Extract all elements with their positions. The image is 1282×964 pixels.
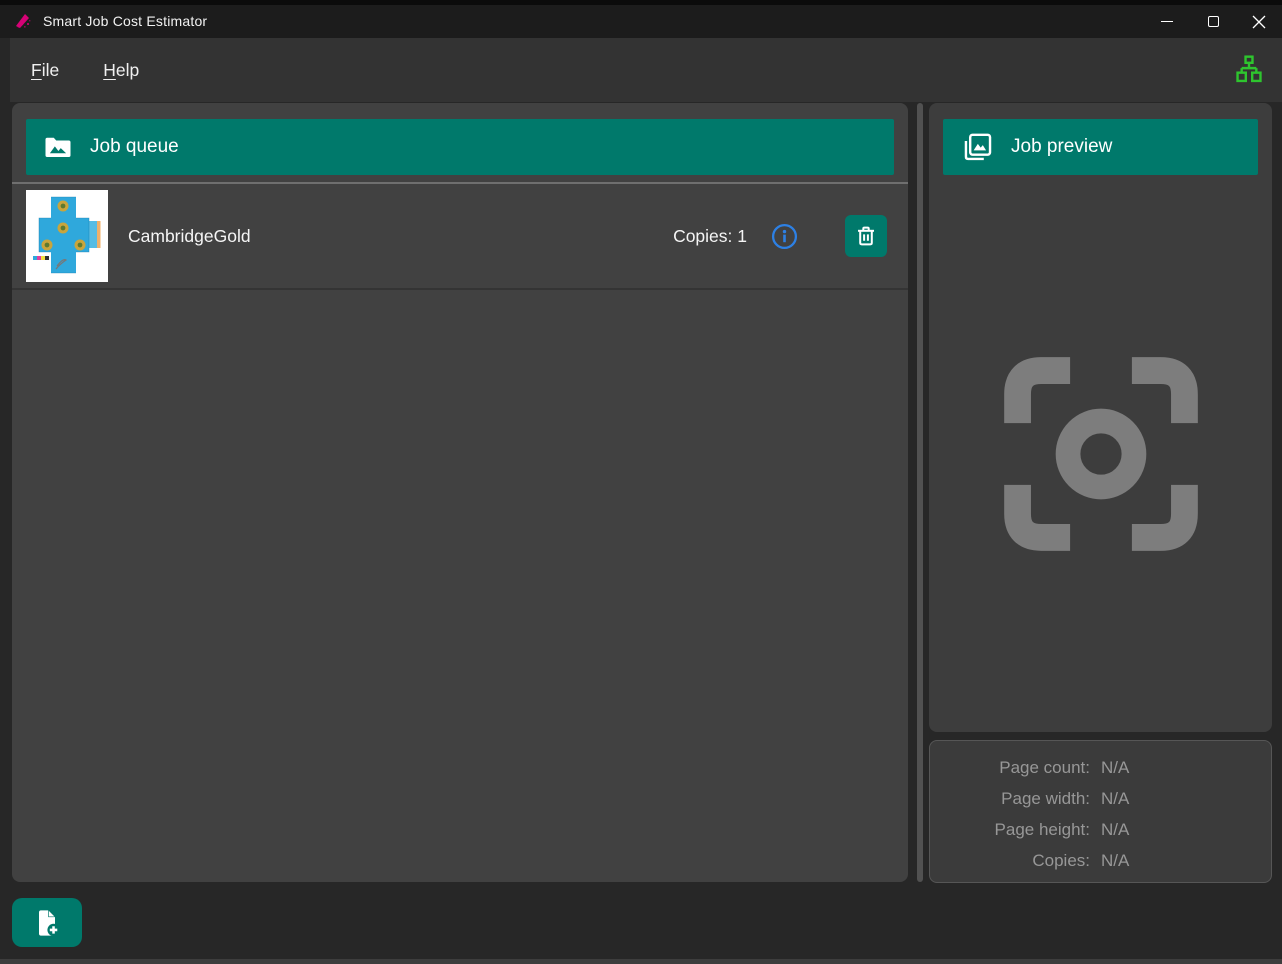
window-title: Smart Job Cost Estimator: [43, 13, 207, 29]
page-width-label: Page width:: [930, 783, 1090, 814]
minimize-button[interactable]: [1144, 5, 1190, 38]
row-divider: [12, 288, 908, 290]
page-height-value: N/A: [1101, 814, 1271, 845]
panel-splitter[interactable]: [917, 103, 923, 882]
menubar: File Help: [10, 38, 1282, 102]
page-count-value: N/A: [1101, 752, 1271, 783]
info-copies-value: N/A: [1101, 845, 1271, 876]
job-preview-header: Job preview: [943, 119, 1258, 175]
close-icon: [1252, 15, 1266, 29]
job-preview-panel: Job preview: [929, 103, 1272, 732]
photo-stack-icon: [960, 130, 994, 164]
file-plus-icon: [31, 907, 63, 939]
app-logo-icon: [13, 11, 33, 31]
window-controls: [1144, 5, 1282, 38]
copies-label: Copies:: [673, 226, 737, 246]
titlebar: Smart Job Cost Estimator: [0, 0, 1282, 38]
info-row-page-height: Page height: N/A: [930, 814, 1271, 845]
job-name: CambridgeGold: [128, 226, 251, 247]
job-queue-title: Job queue: [90, 136, 179, 158]
page-height-label: Page height:: [930, 814, 1090, 845]
preview-body: [929, 175, 1272, 732]
job-thumbnail: [26, 190, 108, 282]
network-sitemap-icon: [1233, 54, 1265, 86]
trash-icon: [854, 224, 878, 248]
info-icon[interactable]: [771, 223, 798, 250]
info-row-page-count: Page count: N/A: [930, 752, 1271, 783]
info-copies-label: Copies:: [930, 845, 1090, 876]
window-top-edge: [0, 0, 1282, 5]
viewfinder-placeholder-icon: [998, 351, 1204, 557]
maximize-icon: [1208, 16, 1219, 27]
folder-image-icon: [43, 132, 73, 162]
job-copies: Copies: 1: [673, 226, 747, 247]
delete-job-button[interactable]: [845, 215, 887, 257]
menu-file-label: ile: [42, 60, 60, 80]
menu-file[interactable]: File: [18, 52, 72, 89]
info-row-page-width: Page width: N/A: [930, 783, 1271, 814]
menu-help[interactable]: Help: [90, 52, 152, 89]
info-row-copies: Copies: N/A: [930, 845, 1271, 876]
window-bottom-edge: [0, 959, 1282, 964]
network-settings-button[interactable]: [1230, 51, 1268, 89]
copies-value: 1: [737, 226, 747, 246]
add-job-button[interactable]: [12, 898, 82, 947]
page-count-label: Page count:: [930, 752, 1090, 783]
maximize-button[interactable]: [1190, 5, 1236, 38]
menu-file-mnemonic: F: [31, 60, 42, 80]
job-preview-title: Job preview: [1011, 136, 1112, 158]
minimize-icon: [1161, 21, 1173, 23]
job-queue-panel: Job queue: [12, 103, 908, 882]
job-row[interactable]: CambridgeGold Copies: 1: [12, 184, 908, 288]
page-width-value: N/A: [1101, 783, 1271, 814]
close-button[interactable]: [1236, 5, 1282, 38]
job-queue-header: Job queue: [26, 119, 894, 175]
job-info-panel: Page count: N/A Page width: N/A Page hei…: [929, 740, 1272, 883]
menu-help-label: elp: [116, 60, 139, 80]
menu-help-mnemonic: H: [103, 60, 116, 80]
